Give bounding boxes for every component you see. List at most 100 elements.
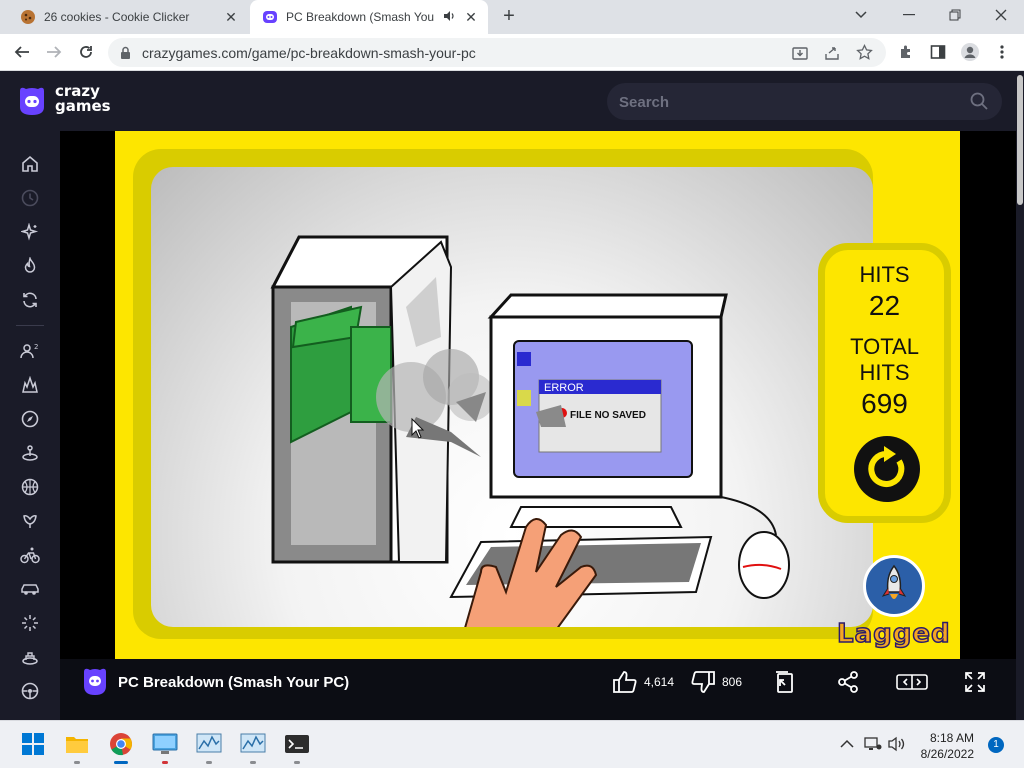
report-button[interactable] [774, 669, 796, 695]
share-icon[interactable] [824, 45, 840, 61]
hits-label: HITS [859, 262, 910, 287]
controller-icon[interactable] [20, 681, 40, 701]
reset-button[interactable] [854, 436, 920, 502]
system-clock[interactable]: 8:18 AM 8/26/2022 [908, 730, 974, 762]
theater-mode-button[interactable] [896, 669, 928, 695]
puzzle-icon[interactable] [20, 443, 40, 463]
new-tab-button[interactable]: + [498, 6, 520, 28]
chrome-menu-icon[interactable] [992, 42, 1012, 62]
forward-icon[interactable] [44, 42, 64, 62]
sidebar-divider [16, 325, 44, 326]
game-scene[interactable]: ERROR FILE NO SAVED [151, 167, 873, 627]
install-icon[interactable] [792, 45, 808, 61]
total-hits-value: 699 [861, 388, 908, 419]
dislike-count: 806 [722, 675, 743, 689]
system-monitor-icon[interactable] [196, 731, 222, 757]
pc-tower[interactable] [270, 235, 495, 564]
game-canvas[interactable]: ERROR FILE NO SAVED HITS 22 TOTAL HITS 6… [115, 131, 960, 659]
basketball-icon[interactable] [20, 477, 40, 497]
share-button[interactable] [836, 669, 860, 695]
active-indicator [114, 761, 128, 764]
smashing-hand [464, 518, 598, 627]
hits-panel: HITS 22 TOTAL HITS 699 [818, 243, 951, 523]
pc-scene-illustration[interactable]: ERROR FILE NO SAVED [151, 167, 873, 627]
close-tab-icon[interactable]: ✕ [224, 10, 238, 24]
chrome-icon[interactable] [108, 731, 134, 757]
terminal-icon[interactable] [284, 731, 310, 757]
computer-monitor[interactable]: ERROR FILE NO SAVED [487, 293, 728, 528]
recent-icon[interactable] [20, 188, 40, 208]
new-icon[interactable] [20, 222, 40, 242]
minimize-button[interactable] [886, 0, 932, 30]
tab-title: 26 cookies - Cookie Clicker [44, 10, 190, 24]
share-icon [838, 671, 858, 693]
file-explorer-icon[interactable] [64, 731, 90, 757]
volume-icon[interactable] [884, 731, 910, 757]
profile-avatar[interactable] [960, 42, 980, 62]
page-scrollbar[interactable] [1016, 71, 1024, 720]
clicker-icon[interactable] [20, 613, 40, 633]
flag-icon [776, 671, 793, 693]
running-indicator [74, 761, 80, 764]
error-title: ERROR [544, 382, 584, 394]
clock-time: 8:18 AM [929, 731, 974, 745]
audio-playing-icon[interactable] [442, 9, 456, 23]
fullscreen-button[interactable] [964, 669, 986, 695]
action-icon[interactable] [20, 375, 40, 395]
extensions-icon[interactable] [896, 42, 916, 62]
site-header: crazy games [0, 71, 1016, 131]
lagged-logo[interactable]: Lagged [836, 618, 951, 650]
search-icon[interactable] [970, 92, 988, 110]
back-icon[interactable] [12, 42, 32, 62]
scrollbar-thumb[interactable] [1017, 75, 1023, 205]
crazygames-icon [263, 11, 277, 23]
close-window-button[interactable] [978, 0, 1024, 30]
crazygames-logo-icon[interactable] [16, 85, 48, 117]
notification-badge[interactable]: 1 [988, 737, 1004, 753]
reload-icon[interactable] [76, 42, 96, 62]
thumbs-up-icon [613, 671, 637, 693]
car-icon[interactable] [20, 579, 40, 599]
clock-date: 8/26/2022 [920, 747, 974, 761]
rocket-icon[interactable] [863, 555, 925, 617]
svg-text:2: 2 [34, 343, 38, 351]
home-icon[interactable] [20, 154, 40, 174]
running-indicator [162, 761, 168, 764]
theater-icon [896, 674, 928, 690]
driving-icon[interactable] [20, 647, 40, 667]
updated-icon[interactable] [20, 290, 40, 310]
restart-icon [868, 446, 905, 487]
show-hidden-icons-icon[interactable] [834, 731, 860, 757]
casual-icon[interactable] [20, 511, 40, 531]
bike-icon[interactable] [20, 545, 40, 565]
search-input[interactable] [619, 92, 939, 112]
address-bar[interactable]: crazygames.com/game/pc-breakdown-smash-y… [108, 38, 886, 67]
multiplayer-icon[interactable]: 2 [20, 341, 40, 361]
site-logo[interactable]: crazy games [55, 84, 111, 114]
lock-icon[interactable] [120, 46, 131, 60]
adventure-icon[interactable] [20, 409, 40, 429]
computer-mouse[interactable] [720, 496, 790, 599]
tab-search-icon[interactable] [838, 0, 884, 30]
close-tab-icon[interactable]: ✕ [464, 10, 478, 24]
network-icon[interactable] [860, 731, 886, 757]
error-message: FILE NO SAVED [570, 410, 646, 421]
system-monitor-icon[interactable] [240, 731, 266, 757]
cookie-icon [21, 10, 35, 24]
remote-desktop-icon[interactable] [152, 731, 178, 757]
dislike-button[interactable]: 806 [690, 669, 742, 695]
fullscreen-icon [965, 672, 985, 692]
tab-cookie-clicker[interactable]: 26 cookies - Cookie Clicker ✕ [8, 0, 248, 34]
trending-icon[interactable] [20, 256, 40, 276]
logo-line-2: games [55, 97, 111, 115]
tab-title: PC Breakdown (Smash Your PC) [286, 10, 434, 24]
side-panel-icon[interactable] [928, 42, 948, 62]
crazygames-logo-icon [84, 668, 106, 695]
bookmark-star-icon[interactable] [856, 44, 873, 61]
windows-start-icon[interactable] [20, 731, 46, 757]
hits-value: 22 [868, 290, 901, 321]
restore-button[interactable] [932, 0, 978, 30]
like-button[interactable]: 4,614 [612, 669, 674, 695]
tab-pc-breakdown[interactable]: PC Breakdown (Smash Your PC) ✕ [250, 0, 488, 34]
running-indicator [294, 761, 300, 764]
